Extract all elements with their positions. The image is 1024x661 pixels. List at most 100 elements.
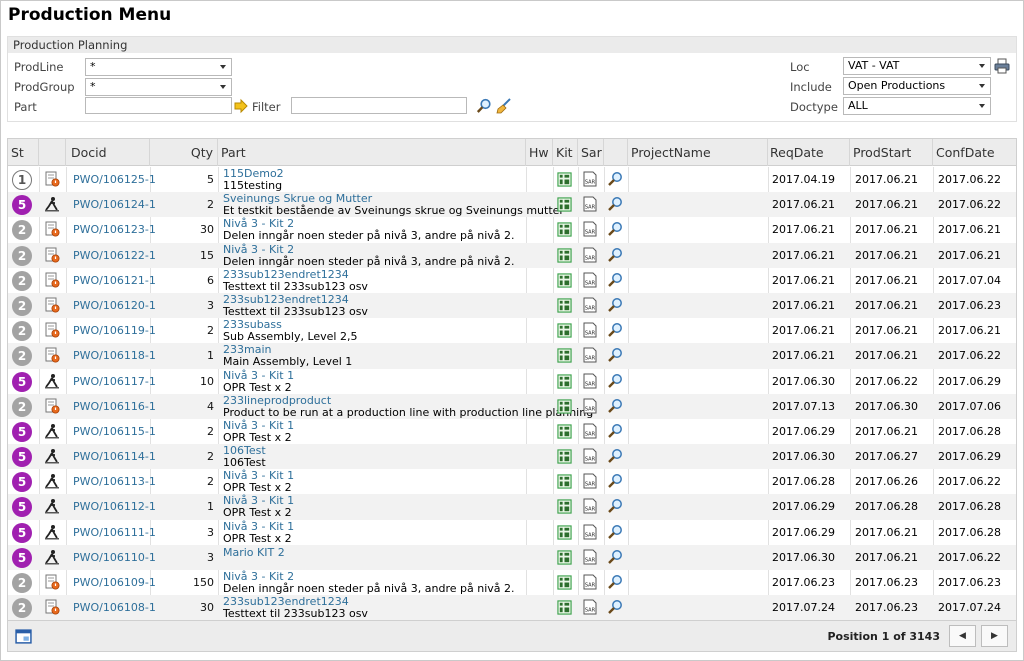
part-description: Product to be run at a production line w… [223, 405, 594, 419]
table-row[interactable]: 5 PWO/106113-1 2 Nivå 3 - Kit 1 OPR Test x 2… [8, 469, 1016, 494]
prodgroup-select[interactable]: * [85, 78, 232, 96]
col-docid[interactable]: Docid [66, 139, 150, 166]
reqdate-value: 2017.06.29 [772, 525, 835, 539]
table-row[interactable]: 5 PWO/106114-1 2 106Test 106Test SAR 2017.06.3… [8, 444, 1016, 470]
chevron-down-icon [979, 84, 985, 88]
docid-link[interactable]: PWO/106108-1 [73, 601, 156, 614]
table-row[interactable]: 2 PWO/106123-1 30 Nivå 3 - Kit 2 Delen inngå… [8, 217, 1016, 242]
col-hw[interactable]: Hw [526, 139, 553, 166]
docid-link[interactable]: PWO/106120-1 [73, 299, 156, 312]
docid-link[interactable]: PWO/106113-1 [73, 475, 156, 488]
docid-link[interactable]: PWO/106121-1 [73, 274, 156, 287]
col-qty[interactable]: Qty [150, 139, 218, 166]
docid-link[interactable]: PWO/106110-1 [73, 551, 156, 564]
table-row[interactable]: 2 PWO/106121-1 6 233sub123endret1234 Testtex… [8, 268, 1016, 293]
status-badge: 5 [12, 497, 32, 518]
part-description: 115testing [223, 179, 283, 192]
prev-page-button[interactable]: ◀ [949, 625, 976, 647]
chevron-down-icon [220, 65, 226, 69]
docid-link[interactable]: PWO/106123-1 [73, 223, 156, 236]
chevron-down-icon [979, 64, 985, 68]
include-select[interactable]: Open Productions [843, 77, 991, 95]
svg-text:SAR: SAR [585, 608, 596, 614]
col-sar[interactable]: Sar [578, 139, 604, 166]
table-row[interactable]: 5 PWO/106115-1 2 Nivå 3 - Kit 1 OPR Test x 2… [8, 419, 1016, 444]
loc-label: Loc [790, 60, 810, 74]
col-confdate[interactable]: ConfDate [933, 139, 1016, 166]
chevron-down-icon [220, 85, 226, 89]
prodline-value: * [90, 60, 96, 73]
window-icon[interactable] [15, 628, 32, 645]
table-row[interactable]: 2 PWO/106116-1 4 233lineprodproduct Product … [8, 393, 1016, 419]
docid-link[interactable]: PWO/106124-1 [73, 198, 156, 211]
prodstart-value: 2017.06.21 [855, 173, 918, 186]
col-prodstart[interactable]: ProdStart [850, 139, 933, 166]
prodline-select[interactable]: * [85, 58, 232, 76]
table-row[interactable]: 5 PWO/106112-1 1 Nivå 3 - Kit 1 OPR Test x 2… [8, 494, 1016, 520]
prodstart-value: 2017.06.21 [855, 525, 918, 539]
prodstart-value: 2017.06.21 [855, 198, 918, 212]
docid-link[interactable]: PWO/106111-1 [73, 526, 156, 539]
page-title: Production Menu [8, 5, 172, 25]
table-row[interactable]: 2 PWO/106122-1 15 Nivå 3 - Kit 2 Delen inngå… [8, 242, 1016, 268]
docid-link[interactable]: PWO/106114-1 [73, 450, 156, 463]
triangle-right-icon: ▶ [991, 631, 998, 641]
confdate-value: 2017.06.28 [938, 525, 1001, 539]
docid-link[interactable]: PWO/106117-1 [73, 375, 156, 388]
docid-link[interactable]: PWO/106116-1 [73, 400, 156, 413]
status-badge: 1 [12, 170, 32, 190]
status-badge: 5 [12, 522, 32, 543]
docid-link[interactable]: PWO/106122-1 [73, 249, 156, 262]
part-description: Testtext til 233sub123 osv [223, 304, 368, 318]
col-reqdate[interactable]: ReqDate [768, 139, 850, 166]
svg-text:SAR: SAR [585, 180, 596, 186]
table-row[interactable]: 5 PWO/106124-1 2 Sveinungs Skrue og Mutter E… [8, 192, 1016, 218]
chevron-down-icon [979, 104, 985, 108]
table-row[interactable]: 5 PWO/106110-1 3 Mario KIT 2 SAR 2017.06.30 20… [8, 544, 1016, 570]
reqdate-value: 2017.06.21 [772, 349, 835, 363]
next-page-button[interactable]: ▶ [981, 625, 1008, 647]
filter-input[interactable] [291, 97, 467, 114]
panel-header: Production Planning [8, 37, 1016, 53]
table-row[interactable]: 5 PWO/106111-1 3 Nivå 3 - Kit 1 OPR Test x 2… [8, 520, 1016, 545]
printer-icon[interactable] [994, 58, 1010, 74]
arrow-right-icon[interactable] [233, 98, 249, 114]
docid-link[interactable]: PWO/106119-1 [73, 324, 156, 337]
confdate-value: 2017.06.22 [938, 349, 1001, 363]
prodstart-value: 2017.06.21 [855, 550, 918, 564]
reqdate-value: 2017.06.30 [772, 450, 835, 464]
docid-link[interactable]: PWO/106112-1 [73, 500, 156, 513]
confdate-value: 2017.06.28 [938, 500, 1001, 514]
status-badge: 5 [12, 547, 32, 568]
col-kit[interactable]: Kit [553, 139, 578, 166]
part-input[interactable] [85, 97, 232, 114]
search-icon[interactable] [476, 98, 492, 114]
table-row[interactable]: 2 PWO/106120-1 3 233sub123endret1234 Testtex… [8, 292, 1016, 319]
table-row[interactable]: 5 PWO/106117-1 10 Nivå 3 - Kit 1 OPR Test x … [8, 369, 1016, 394]
table-row[interactable]: 2 PWO/106109-1 150 Nivå 3 - Kit 2 Delen inng… [8, 570, 1016, 595]
col-view[interactable] [604, 139, 628, 166]
part-link[interactable]: Mario KIT 2 [223, 546, 285, 559]
prodline-label: ProdLine [14, 60, 64, 74]
loc-select[interactable]: VAT - VAT [843, 57, 991, 75]
table-row[interactable]: 2 PWO/106119-1 2 233subass Sub Assembly, Lev… [8, 318, 1016, 343]
table-row[interactable]: 2 PWO/106108-1 30 233sub123endret1234 Testte… [8, 595, 1016, 621]
col-part[interactable]: Part [218, 139, 526, 166]
prodstart-value: 2017.06.21 [855, 424, 918, 438]
docid-link[interactable]: PWO/106109-1 [73, 576, 156, 589]
position-indicator: Position 1 of 3143 [827, 630, 940, 643]
loc-value: VAT - VAT [848, 59, 900, 72]
docid-link[interactable]: PWO/106125-1 [73, 173, 156, 186]
svg-text:SAR: SAR [585, 305, 596, 311]
table-row[interactable]: 1 PWO/106125-1 5 115Demo2 115testing SAR 2017.… [8, 167, 1016, 192]
docid-link[interactable]: PWO/106115-1 [73, 425, 156, 438]
col-st[interactable]: St [8, 139, 39, 166]
docid-link[interactable]: PWO/106118-1 [73, 349, 156, 362]
col-projectname[interactable]: ProjectName [628, 139, 768, 166]
clear-brush-icon[interactable] [496, 98, 512, 114]
table-row[interactable]: 2 PWO/106118-1 1 233main Main Assembly, Leve… [8, 343, 1016, 369]
status-badge: 2 [12, 396, 32, 417]
col-type[interactable] [39, 139, 66, 166]
doctype-select[interactable]: ALL [843, 97, 991, 115]
include-label: Include [790, 80, 832, 94]
